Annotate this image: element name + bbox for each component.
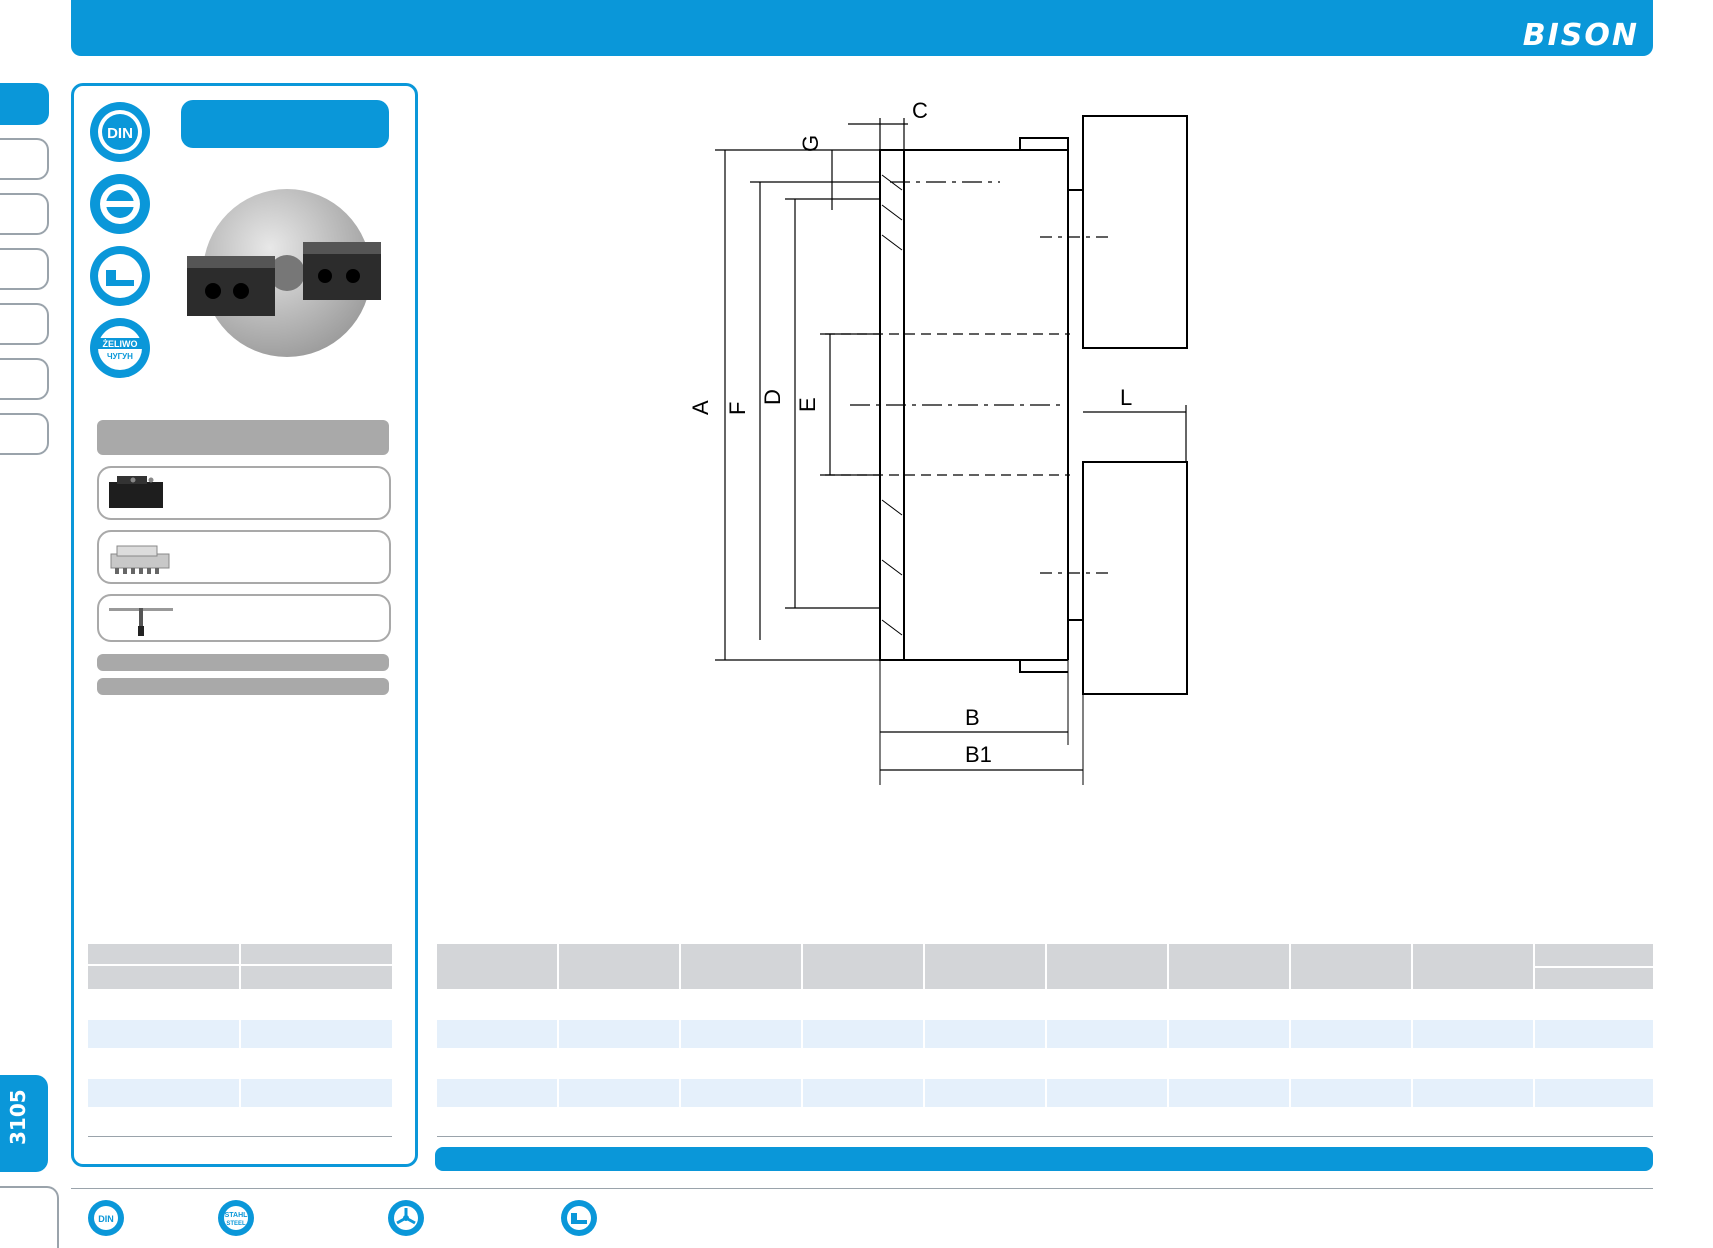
hard-jaw-icon xyxy=(109,476,163,508)
accessory-soft-jaws[interactable] xyxy=(97,530,391,584)
accessory-chuck-key[interactable] xyxy=(97,594,391,642)
page-number-tab: 3105 xyxy=(0,1075,48,1172)
spec-table-cell xyxy=(925,1079,1047,1107)
left-table-cell xyxy=(241,1020,392,1048)
din-badge-icon: DIN xyxy=(90,102,150,162)
dim-label-b: B xyxy=(965,705,980,730)
left-table-row xyxy=(88,1020,392,1048)
spec-table-row xyxy=(437,1079,1653,1107)
top-banner: BISON xyxy=(71,0,1653,56)
cast-iron-badge-icon: ŻELIWO ЧУГУН xyxy=(90,318,150,378)
spec-table-cell xyxy=(1413,1020,1535,1048)
spec-table-cell xyxy=(1169,1020,1291,1048)
spec-table-cell xyxy=(681,1079,803,1107)
spec-table-cell xyxy=(925,1020,1047,1048)
bison-logo: BISON xyxy=(1522,18,1639,53)
spec-table-cell xyxy=(1047,1079,1169,1107)
product-title-pill xyxy=(181,100,389,148)
spec-table-cell xyxy=(437,1020,559,1048)
spec-table-header-cell xyxy=(1169,944,1291,989)
spec-table-header-cell-top xyxy=(1535,944,1653,966)
spec-table-header xyxy=(437,944,1653,989)
index-tab-2[interactable] xyxy=(0,138,49,180)
spec-table-header-cell xyxy=(681,944,803,989)
spec-table-cell xyxy=(1291,1020,1413,1048)
accessory-hard-jaws[interactable] xyxy=(97,466,391,520)
dim-label-a: A xyxy=(688,400,713,415)
chuck-key-icon xyxy=(109,608,173,636)
dim-label-f: F xyxy=(725,402,750,415)
left-table-subheader-col-1 xyxy=(88,966,241,989)
left-table-subheader-col-2 xyxy=(241,966,392,989)
spec-bar-2 xyxy=(97,678,389,695)
footer-jaw-icon xyxy=(561,1200,597,1236)
spec-table-cell xyxy=(681,1020,803,1048)
dim-label-b1: B1 xyxy=(965,742,992,767)
soft-jaw-set-icon xyxy=(110,545,170,574)
spec-table-header-cell xyxy=(1047,944,1169,989)
spec-table-footer-bar xyxy=(435,1147,1653,1171)
spec-table-header-cell xyxy=(437,944,559,989)
spec-table-header-cell-bottom xyxy=(1535,968,1653,989)
spec-table-header-cell xyxy=(925,944,1047,989)
footer-rule xyxy=(71,1188,1653,1189)
footer-din-icon: DIN xyxy=(88,1200,124,1236)
left-table-bottom-rule xyxy=(88,1136,392,1137)
cast-iron-badge-text-ru: ЧУГУН xyxy=(107,352,133,361)
index-tab-7[interactable] xyxy=(0,413,49,455)
spec-table-bottom-rule xyxy=(437,1136,1653,1137)
spec-table-cell xyxy=(803,1020,925,1048)
dim-label-c: C xyxy=(912,98,928,123)
left-table-header-col-2 xyxy=(241,944,392,964)
spec-table-row xyxy=(437,1020,1653,1048)
spec-table-header-cell xyxy=(1413,944,1535,989)
spec-table-header-cell xyxy=(803,944,925,989)
left-table-cell xyxy=(88,1020,241,1048)
spec-table-header-cell xyxy=(559,944,681,989)
dim-label-g: G xyxy=(798,135,823,152)
dim-label-e: E xyxy=(795,397,820,412)
spec-table-cell xyxy=(437,1079,559,1107)
chuck-product-image xyxy=(187,189,381,357)
index-tab-5[interactable] xyxy=(0,303,49,345)
footer-steel-icon: STAHL STEEL xyxy=(218,1200,254,1236)
cast-iron-badge-text-pl: ŻELIWO xyxy=(103,339,138,349)
footer-steel-text-de: STAHL xyxy=(225,1212,249,1219)
spec-table-cell xyxy=(1291,1079,1413,1107)
spec-table-cell xyxy=(1413,1079,1535,1107)
din-badge-text: DIN xyxy=(107,125,133,142)
spec-bar-1 xyxy=(97,654,389,671)
left-table-cell xyxy=(88,1079,241,1107)
footer-din-text: DIN xyxy=(98,1214,114,1224)
technical-drawing: A F D E C G L B B1 xyxy=(688,98,1188,785)
left-table-header-col-1 xyxy=(88,944,241,964)
page-number: 3105 xyxy=(6,1089,30,1145)
footer-steel-text-en: STEEL xyxy=(226,1221,246,1227)
left-table-cell xyxy=(241,1079,392,1107)
spec-table-cell xyxy=(803,1079,925,1107)
accessories-header-bar xyxy=(97,420,389,455)
dim-label-d: D xyxy=(760,389,785,405)
dim-label-l: L xyxy=(1120,385,1132,410)
index-tab-4[interactable] xyxy=(0,248,49,290)
spec-table-cell xyxy=(559,1079,681,1107)
bottom-index-tab[interactable] xyxy=(0,1186,59,1248)
left-table-header xyxy=(88,944,392,964)
jaw-badge-icon xyxy=(90,246,150,306)
centering-badge-icon xyxy=(90,174,150,234)
index-tab-1[interactable] xyxy=(0,83,49,125)
spec-table-header-cell xyxy=(1291,944,1413,989)
spec-table-cell xyxy=(1535,1079,1653,1107)
spec-table-cell xyxy=(1047,1020,1169,1048)
spec-table-cell xyxy=(1535,1020,1653,1048)
left-table-subheader xyxy=(88,966,392,989)
left-table-row xyxy=(88,1079,392,1107)
index-tab-3[interactable] xyxy=(0,193,49,235)
spec-table-cell xyxy=(1169,1079,1291,1107)
spec-table-cell xyxy=(559,1020,681,1048)
index-tab-6[interactable] xyxy=(0,358,49,400)
footer-three-jaw-icon xyxy=(388,1200,424,1236)
